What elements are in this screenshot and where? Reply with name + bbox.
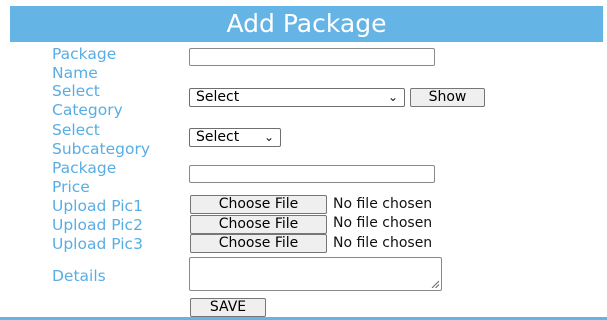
upload-pic1-label: Upload Pic1 bbox=[52, 197, 143, 215]
resize-grip-icon[interactable] bbox=[431, 280, 439, 288]
no-file-text-1: No file chosen bbox=[333, 196, 433, 212]
category-label: Select Category bbox=[52, 82, 123, 119]
form-title: Add Package bbox=[10, 6, 603, 42]
subcategory-label: Select Subcategory bbox=[52, 121, 151, 158]
choose-file-button-3[interactable]: Choose File bbox=[190, 234, 327, 253]
chevron-down-icon: ⌄ bbox=[263, 130, 274, 144]
price-input[interactable] bbox=[189, 165, 435, 183]
choose-file-button-2[interactable]: Choose File bbox=[190, 215, 327, 234]
subcategory-select-value: Select bbox=[196, 129, 240, 145]
no-file-text-2: No file chosen bbox=[333, 215, 433, 231]
upload-pic2-label: Upload Pic2 bbox=[52, 216, 143, 234]
subcategory-select[interactable]: Select ⌄ bbox=[189, 128, 281, 147]
save-button[interactable]: SAVE bbox=[190, 298, 266, 317]
category-select[interactable]: Select ⌄ bbox=[189, 88, 405, 107]
show-button[interactable]: Show bbox=[410, 88, 485, 107]
details-label: Details bbox=[52, 267, 106, 285]
no-file-text-3: No file chosen bbox=[333, 235, 433, 251]
package-name-input[interactable] bbox=[189, 48, 435, 66]
upload-pic3-label: Upload Pic3 bbox=[52, 235, 143, 253]
category-select-value: Select bbox=[196, 89, 240, 105]
choose-file-button-1[interactable]: Choose File bbox=[190, 195, 327, 214]
chevron-down-icon: ⌄ bbox=[387, 90, 398, 104]
details-textarea[interactable] bbox=[189, 257, 442, 291]
price-label: Package Price bbox=[52, 159, 117, 196]
package-name-label: Package Name bbox=[52, 45, 117, 82]
